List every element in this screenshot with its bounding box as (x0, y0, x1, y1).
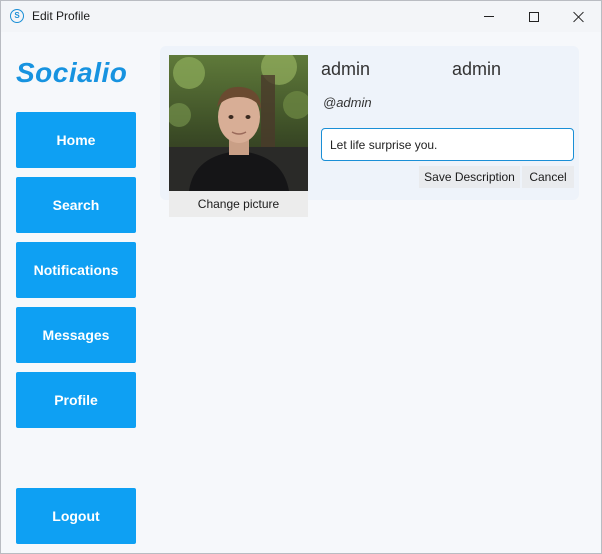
profile-photo-image (169, 55, 308, 191)
maximize-button[interactable] (511, 1, 557, 32)
app-logo: Socialio (16, 57, 128, 88)
title-bar: S Edit Profile (1, 1, 601, 32)
sidebar-item-messages[interactable]: Messages (16, 307, 136, 363)
username: admin (452, 59, 502, 79)
user-handle: @admin (323, 95, 372, 110)
sidebar-item-search[interactable]: Search (16, 177, 136, 233)
close-button[interactable] (556, 1, 602, 32)
cancel-button[interactable]: Cancel (522, 166, 574, 188)
profile-picture (169, 55, 308, 191)
save-description-button[interactable]: Save Description (419, 166, 520, 188)
app-icon: S (10, 9, 24, 23)
sidebar-item-profile[interactable]: Profile (16, 372, 136, 428)
app-window: S Edit Profile Socialio Home Search Noti… (0, 0, 602, 554)
sidebar-item-notifications[interactable]: Notifications (16, 242, 136, 298)
sidebar-item-home[interactable]: Home (16, 112, 136, 168)
display-name: admin (321, 59, 371, 79)
description-input[interactable] (321, 128, 574, 161)
close-icon (573, 11, 585, 23)
minimize-button[interactable] (466, 1, 512, 32)
window-title: Edit Profile (32, 9, 91, 23)
change-picture-button[interactable]: Change picture (169, 191, 308, 217)
minimize-icon (484, 16, 494, 17)
maximize-icon (529, 11, 539, 22)
logout-button[interactable]: Logout (16, 488, 136, 544)
